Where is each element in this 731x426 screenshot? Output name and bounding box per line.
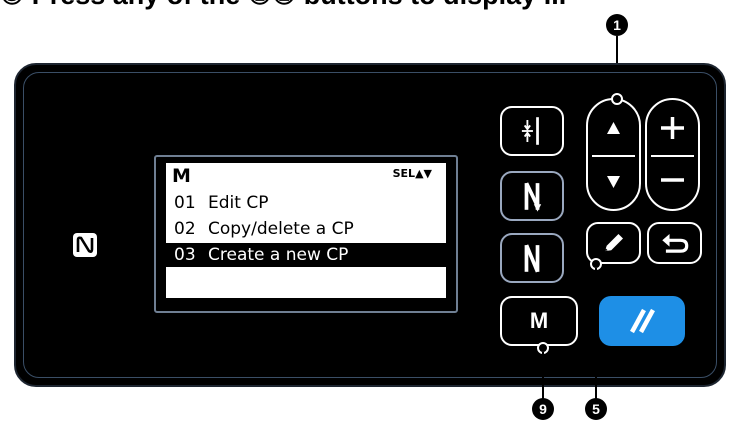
callout-number-1: 1 [606,14,628,36]
plus-icon[interactable] [647,100,698,154]
menu-item-copy-delete-cp[interactable]: 02 Copy/delete a CP [166,217,446,241]
callout-number-9: 9 [532,398,554,420]
reverse-stitch-button[interactable] [500,171,564,221]
lcd-mode-title: M [172,165,191,187]
lcd-screen: M SEL▲▼ 01 Edit CP 02 Copy/delete a CP 0… [166,163,446,298]
minus-icon[interactable] [647,156,698,209]
lcd-display: M SEL▲▼ 01 Edit CP 02 Copy/delete a CP 0… [154,155,458,313]
thread-trimmer-icon [521,117,539,145]
down-arrow-icon[interactable] [588,156,639,209]
menu-item-create-new-cp[interactable]: 03 Create a new CP [166,243,446,267]
menu-item-number: 01 [174,193,196,213]
callout-dot-1 [611,93,623,105]
mode-button[interactable]: M [500,296,578,346]
return-icon [662,233,689,253]
page-heading: ③ Press any of the ①② buttons to display… [0,0,731,12]
menu-item-label: Copy/delete a CP [208,219,354,239]
callout-line-9 [542,352,544,400]
menu-item-number: 03 [174,245,196,265]
stitch-pattern-icon [524,244,540,273]
callout-number-5: 5 [585,398,607,420]
reverse-stitch-icon [524,182,542,212]
menu-item-edit-cp[interactable]: 01 Edit CP [166,191,446,215]
plus-minus-button-group [645,98,700,211]
menu-item-label: Create a new CP [208,245,349,265]
double-slash-icon [630,308,655,334]
clear-button[interactable] [599,296,685,346]
lcd-select-indicator: SEL▲▼ [392,167,432,180]
nfc-icon [73,233,97,257]
pencil-icon [604,233,623,252]
callout-line-5 [595,268,597,400]
thread-trimmer-button[interactable] [500,106,564,156]
menu-item-label: Edit CP [208,193,269,213]
menu-item-number: 02 [174,219,196,239]
return-button[interactable] [647,222,702,264]
stitch-pattern-button[interactable] [500,233,564,283]
up-down-button-group [586,98,641,211]
up-arrow-icon[interactable] [588,100,639,154]
